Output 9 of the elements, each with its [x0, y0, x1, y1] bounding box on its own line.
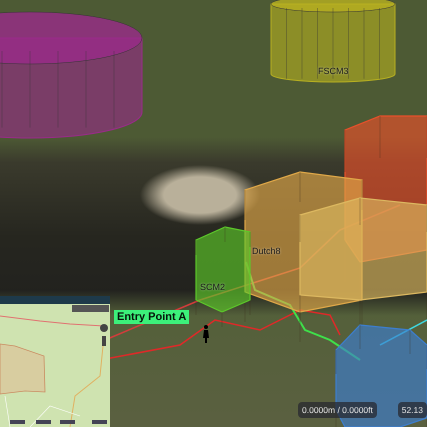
map-label: FSCM3	[318, 66, 349, 76]
map-label: SCM2	[200, 282, 226, 292]
coordinate-readout: 0.0000m / 0.0000ft	[298, 402, 377, 418]
mini-map[interactable]	[0, 296, 110, 427]
path-line	[380, 319, 427, 346]
entry-point-label: Entry Point A	[114, 310, 190, 324]
person-icon	[203, 325, 209, 343]
map-label: Dutch8	[252, 246, 281, 256]
coordinate-readout: 52.13	[398, 402, 427, 418]
